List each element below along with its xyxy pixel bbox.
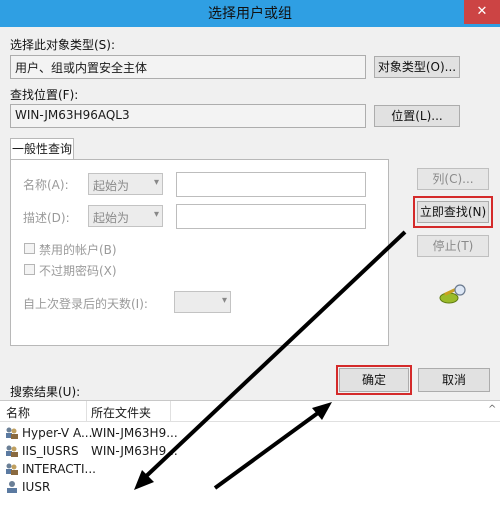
annotation-arrows <box>134 230 407 490</box>
annotation-arrow-to-ok <box>213 408 324 490</box>
select-users-dialog: 选择用户或组 ✕ 选择此对象类型(S): 用户、组或内置安全主体 对象类型(O)… <box>0 0 500 506</box>
